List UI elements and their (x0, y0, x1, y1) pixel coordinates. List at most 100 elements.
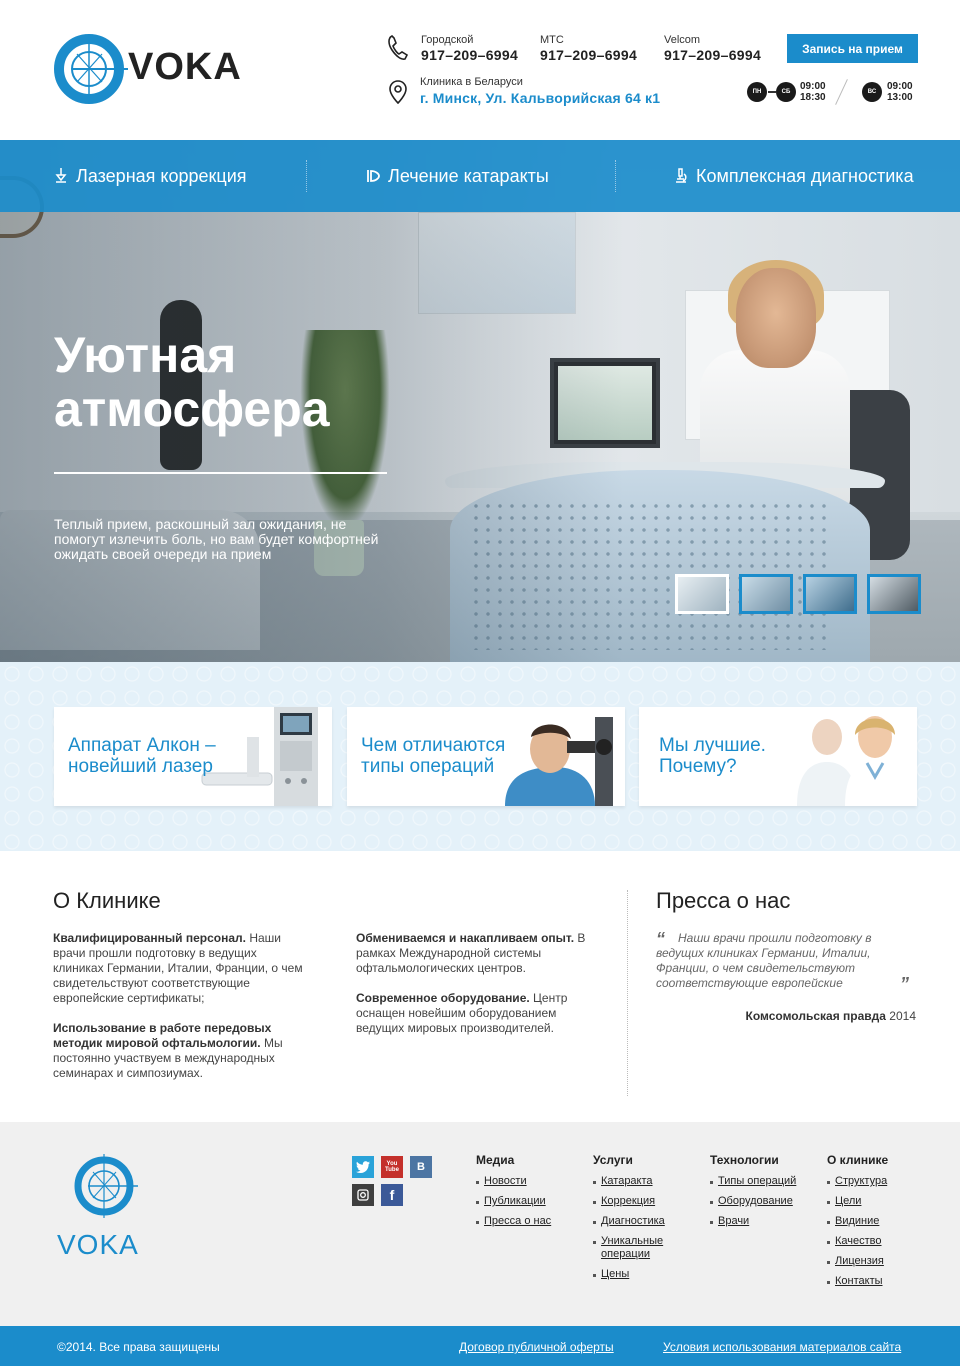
phone-number[interactable]: 917–209–6994 (421, 47, 518, 63)
footer-link[interactable]: Лицензия (827, 1255, 888, 1268)
nav-label: Лазерная коррекция (76, 165, 247, 186)
phone-number[interactable]: 917–209–6994 (664, 47, 761, 63)
book-appointment-button[interactable]: Запись на прием (787, 34, 918, 63)
footer-column-title: Услуги (593, 1153, 633, 1167)
slider-thumb-2[interactable] (739, 574, 793, 614)
footer-link[interactable]: Врачи (710, 1215, 796, 1228)
phone-label: Velcom (664, 34, 701, 46)
sunday-open: 09:00 (887, 81, 913, 92)
footer-link-label[interactable]: Коррекция (601, 1195, 655, 1207)
footer-link-label[interactable]: Оборудование (718, 1195, 793, 1207)
footer-link-label[interactable]: Качество (835, 1235, 882, 1247)
footer-link[interactable]: Качество (827, 1235, 888, 1248)
address-value[interactable]: г. Минск, Ул. Кальворийская 64 к1 (420, 89, 660, 107)
phone-number[interactable]: 917–209–6994 (540, 47, 637, 63)
footer-link[interactable]: Цели (827, 1195, 888, 1208)
footer-link-label[interactable]: Новости (484, 1175, 527, 1187)
paragraph-lead: Квалифицированный персонал. (53, 931, 246, 945)
address-label: Клиника в Беларуси (420, 76, 523, 88)
footer-link-label[interactable]: Структура (835, 1175, 887, 1187)
footer-link[interactable]: Структура (827, 1175, 888, 1188)
terms-of-use-link[interactable]: Условия использования материалов сайта (663, 1340, 901, 1354)
footer-link[interactable]: Уникальные операции (593, 1235, 683, 1261)
footer-link[interactable]: Цены (593, 1268, 683, 1281)
footer-column-clinic: О клинике Структура Цели Видиние Качеств… (827, 1153, 888, 1295)
logo-text: VOKA (128, 46, 242, 88)
about-paragraph-staff: Квалифицированный персонал. Наши врачи п… (53, 931, 303, 1006)
footer-link-label[interactable]: Лицензия (835, 1255, 884, 1267)
facebook-icon[interactable]: f (381, 1184, 403, 1206)
bottom-bar: ©2014. Все права защищены Договор публич… (0, 1326, 960, 1366)
footer-link[interactable]: Коррекция (593, 1195, 683, 1208)
footer-link[interactable]: Диагностика (593, 1215, 683, 1228)
footer-column-title: Медиа (476, 1153, 515, 1167)
footer-link-label[interactable]: Публикации (484, 1195, 546, 1207)
nav-divider (615, 160, 616, 192)
feature-card-laser[interactable]: Аппарат Алкон – новейший лазер (54, 707, 332, 806)
press-title: Пресса о нас (656, 888, 791, 913)
nav-item-cataract[interactable]: Лечение катаракты (366, 164, 549, 188)
nav-label: Лечение катаракты (388, 165, 549, 186)
footer-link[interactable]: Катаракта (593, 1175, 683, 1188)
nav-label: Комплексная диагностика (696, 165, 914, 186)
footer-link-label[interactable]: Типы операций (718, 1175, 796, 1187)
press-source-year: 2014 (889, 1009, 916, 1023)
youtube-icon[interactable]: You Tube (381, 1156, 403, 1178)
feature-card-operations[interactable]: Чем отличаются типы операций (347, 707, 625, 806)
footer-link[interactable]: Пресса о нас (476, 1215, 551, 1228)
about-paragraph-equipment: Современное оборудование. Центр оснащен … (356, 991, 606, 1036)
weekday-close: 18:30 (800, 92, 826, 103)
footer-link-label[interactable]: Катаракта (601, 1175, 653, 1187)
footer-link-label[interactable]: Контакты (835, 1275, 883, 1287)
laser-icon (55, 168, 67, 183)
footer-column-media: Медиа Новости Публикации Пресса о нас (476, 1153, 551, 1235)
footer-link-label[interactable]: Диагностика (601, 1215, 665, 1227)
main-nav: Лазерная коррекция Лечение катаракты Ком… (0, 140, 960, 212)
footer-link-label[interactable]: Цели (835, 1195, 861, 1207)
footer-link-label[interactable]: Видиние (835, 1215, 879, 1227)
instagram-icon[interactable] (352, 1184, 374, 1206)
slider-thumb-3[interactable] (803, 574, 857, 614)
footer-link-label[interactable]: Врачи (718, 1215, 749, 1227)
public-offer-link[interactable]: Договор публичной оферты (459, 1340, 614, 1354)
about-paragraph-methods: Использование в работе передовых методик… (53, 1021, 303, 1081)
footer-link[interactable]: Видиние (827, 1215, 888, 1228)
slider-thumb-4[interactable] (867, 574, 921, 614)
quote-close-icon: ” (900, 974, 909, 994)
slider-thumbnails (675, 574, 921, 614)
footer-link-label[interactable]: Пресса о нас (484, 1215, 551, 1227)
footer-link[interactable]: Типы операций (710, 1175, 796, 1188)
about-title: О Клинике (53, 888, 161, 913)
site-header: VOKA Городской 917–209–6994 МТС 917–209–… (0, 0, 960, 140)
hero-description: Теплый прием, раскошный зал ожидания, не… (54, 516, 379, 562)
press-source: Комсомольская правда 2014 (746, 1009, 916, 1023)
microscope-icon (676, 168, 687, 183)
vk-icon[interactable]: B (410, 1156, 432, 1178)
footer-link-label[interactable]: Цены (601, 1268, 629, 1280)
twitter-icon[interactable] (352, 1156, 374, 1178)
footer-link[interactable]: Контакты (827, 1275, 888, 1288)
weekday-hours: 09:00 18:30 (800, 81, 826, 103)
phone-velcom: Velcom 917–209–6994 (664, 34, 761, 63)
footer-link[interactable]: Публикации (476, 1195, 551, 1208)
footer-link-label[interactable]: Уникальные операции (601, 1235, 663, 1260)
paragraph-lead: Использование в работе передовых методик… (53, 1021, 272, 1050)
footer-link[interactable]: Оборудование (710, 1195, 796, 1208)
phone-city: Городской 917–209–6994 (421, 34, 518, 63)
feature-card-title: Мы лучшие. Почему? (659, 735, 766, 777)
sunday-hours: 09:00 13:00 (887, 81, 913, 103)
nav-item-laser[interactable]: Лазерная коррекция (54, 164, 247, 188)
location-pin-icon (389, 80, 407, 104)
footer-link[interactable]: Новости (476, 1175, 551, 1188)
hero-slider: Лазерная коррекция Лечение катаракты Ком… (0, 140, 960, 662)
footer-column-services: Услуги Катаракта Коррекция Диагностика У… (593, 1153, 683, 1288)
feature-card-why-us[interactable]: Мы лучшие. Почему? (639, 707, 917, 806)
feature-card-title: Аппарат Алкон – новейший лазер (68, 735, 216, 777)
footer-logo-text[interactable]: VOKA (57, 1229, 139, 1261)
footer-column-title: О клинике (827, 1153, 889, 1167)
phone-label: МТС (540, 34, 564, 46)
logo[interactable]: VOKA (52, 32, 252, 106)
footer-column-title: Технологии (710, 1153, 779, 1167)
nav-item-diagnostics[interactable]: Комплексная диагностика (674, 164, 914, 188)
slider-thumb-1[interactable] (675, 574, 729, 614)
